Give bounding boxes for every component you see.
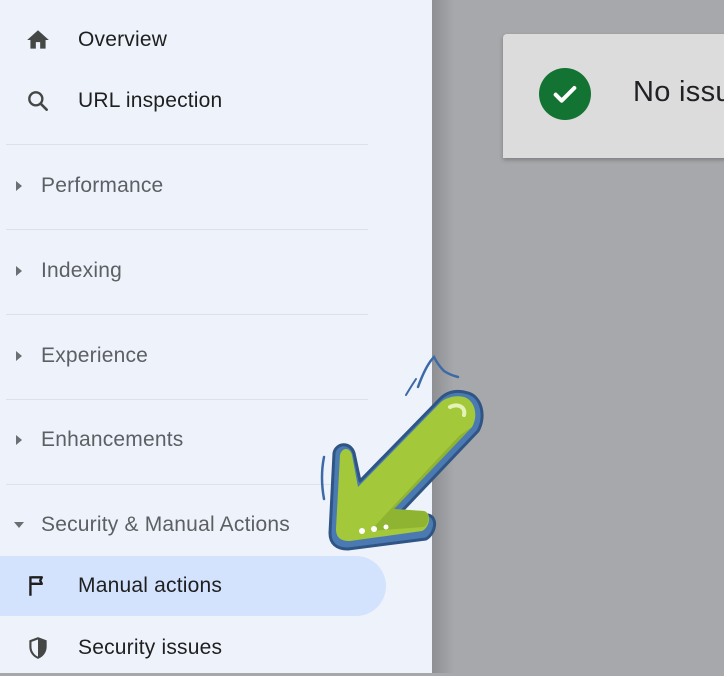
caret-right-icon xyxy=(13,265,25,277)
shield-icon xyxy=(24,634,52,662)
sidebar-item-overview[interactable]: Overview xyxy=(0,12,432,68)
sidebar-item-label: Manual actions xyxy=(78,574,223,597)
sidebar-item-label: Overview xyxy=(78,28,168,51)
section-label: Indexing xyxy=(41,259,122,282)
panel-shadow xyxy=(432,0,454,673)
caret-right-icon xyxy=(13,180,25,192)
sidebar-item-label: Security issues xyxy=(78,636,223,659)
status-card: No issu xyxy=(503,34,724,158)
caret-right-icon xyxy=(13,434,25,446)
caret-right-icon xyxy=(13,350,25,362)
section-label: Security & Manual Actions xyxy=(41,513,290,536)
sidebar-item-security-issues[interactable]: Security issues xyxy=(0,620,432,676)
section-label: Enhancements xyxy=(41,428,184,451)
divider xyxy=(6,144,368,145)
sidebar-item-label: URL inspection xyxy=(78,89,223,112)
section-performance[interactable]: Performance xyxy=(0,161,432,211)
check-circle-icon xyxy=(539,68,591,120)
home-icon xyxy=(24,26,52,54)
status-message: No issu xyxy=(633,76,724,108)
flag-icon xyxy=(24,572,52,600)
section-label: Performance xyxy=(41,174,164,197)
divider xyxy=(6,229,368,230)
sidebar-item-url-inspection[interactable]: URL inspection xyxy=(0,73,432,129)
search-icon xyxy=(24,87,52,115)
sidebar: Overview URL inspection Performance Inde… xyxy=(0,0,432,673)
sidebar-item-manual-actions[interactable]: Manual actions xyxy=(0,558,386,614)
section-indexing[interactable]: Indexing xyxy=(0,246,432,296)
pointer-arrow-icon xyxy=(320,354,484,551)
section-label: Experience xyxy=(41,344,149,367)
caret-down-icon xyxy=(13,519,25,531)
divider xyxy=(6,314,368,315)
